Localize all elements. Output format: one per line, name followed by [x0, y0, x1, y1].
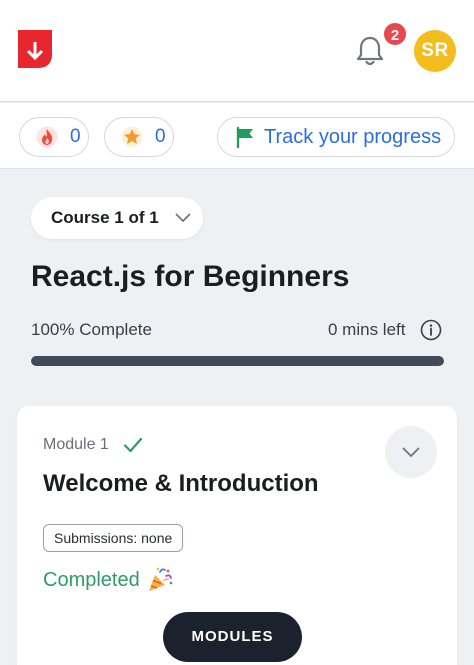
- module-expand-button[interactable]: [385, 426, 437, 478]
- user-avatar[interactable]: SR: [414, 30, 456, 72]
- party-popper-icon: [148, 567, 173, 591]
- course-progress-bar: [31, 356, 444, 366]
- time-left-label: 0 mins left: [328, 320, 406, 339]
- course-title: React.js for Beginners: [31, 260, 350, 293]
- module-status: Completed: [43, 566, 174, 594]
- streak-count: 0: [70, 126, 81, 147]
- modules-button[interactable]: MODULES: [163, 612, 302, 662]
- stars-count: 0: [155, 126, 166, 147]
- streak-pill[interactable]: 0: [19, 117, 89, 157]
- module-status-label: Completed: [43, 568, 140, 591]
- chevron-down-icon: [175, 213, 191, 222]
- bell-icon[interactable]: [354, 34, 386, 68]
- progress-percent-label: 100% Complete: [31, 320, 152, 339]
- track-progress-label: Track your progress: [264, 125, 442, 148]
- module-number: Module 1: [43, 436, 109, 453]
- course-progress-fill: [31, 356, 444, 366]
- chevron-down-icon: [402, 447, 420, 457]
- star-icon: [121, 126, 143, 148]
- track-progress-button[interactable]: Track your progress: [217, 117, 455, 157]
- course-selector[interactable]: Course 1 of 1: [31, 197, 203, 239]
- module-title: Welcome & Introduction: [43, 470, 319, 497]
- stars-pill[interactable]: 0: [104, 117, 174, 157]
- course-selector-label: Course 1 of 1: [51, 208, 159, 227]
- notification-badge: 2: [382, 21, 408, 47]
- stats-bar: 0 0 Track your progress: [0, 103, 474, 169]
- flag-icon: [236, 126, 253, 148]
- submissions-badge: Submissions: none: [43, 524, 184, 552]
- brand-logo-icon[interactable]: [18, 30, 52, 68]
- check-icon: [123, 437, 143, 453]
- app-header: 2 SR: [0, 0, 474, 102]
- fire-icon: [36, 126, 58, 148]
- info-icon[interactable]: [420, 319, 442, 341]
